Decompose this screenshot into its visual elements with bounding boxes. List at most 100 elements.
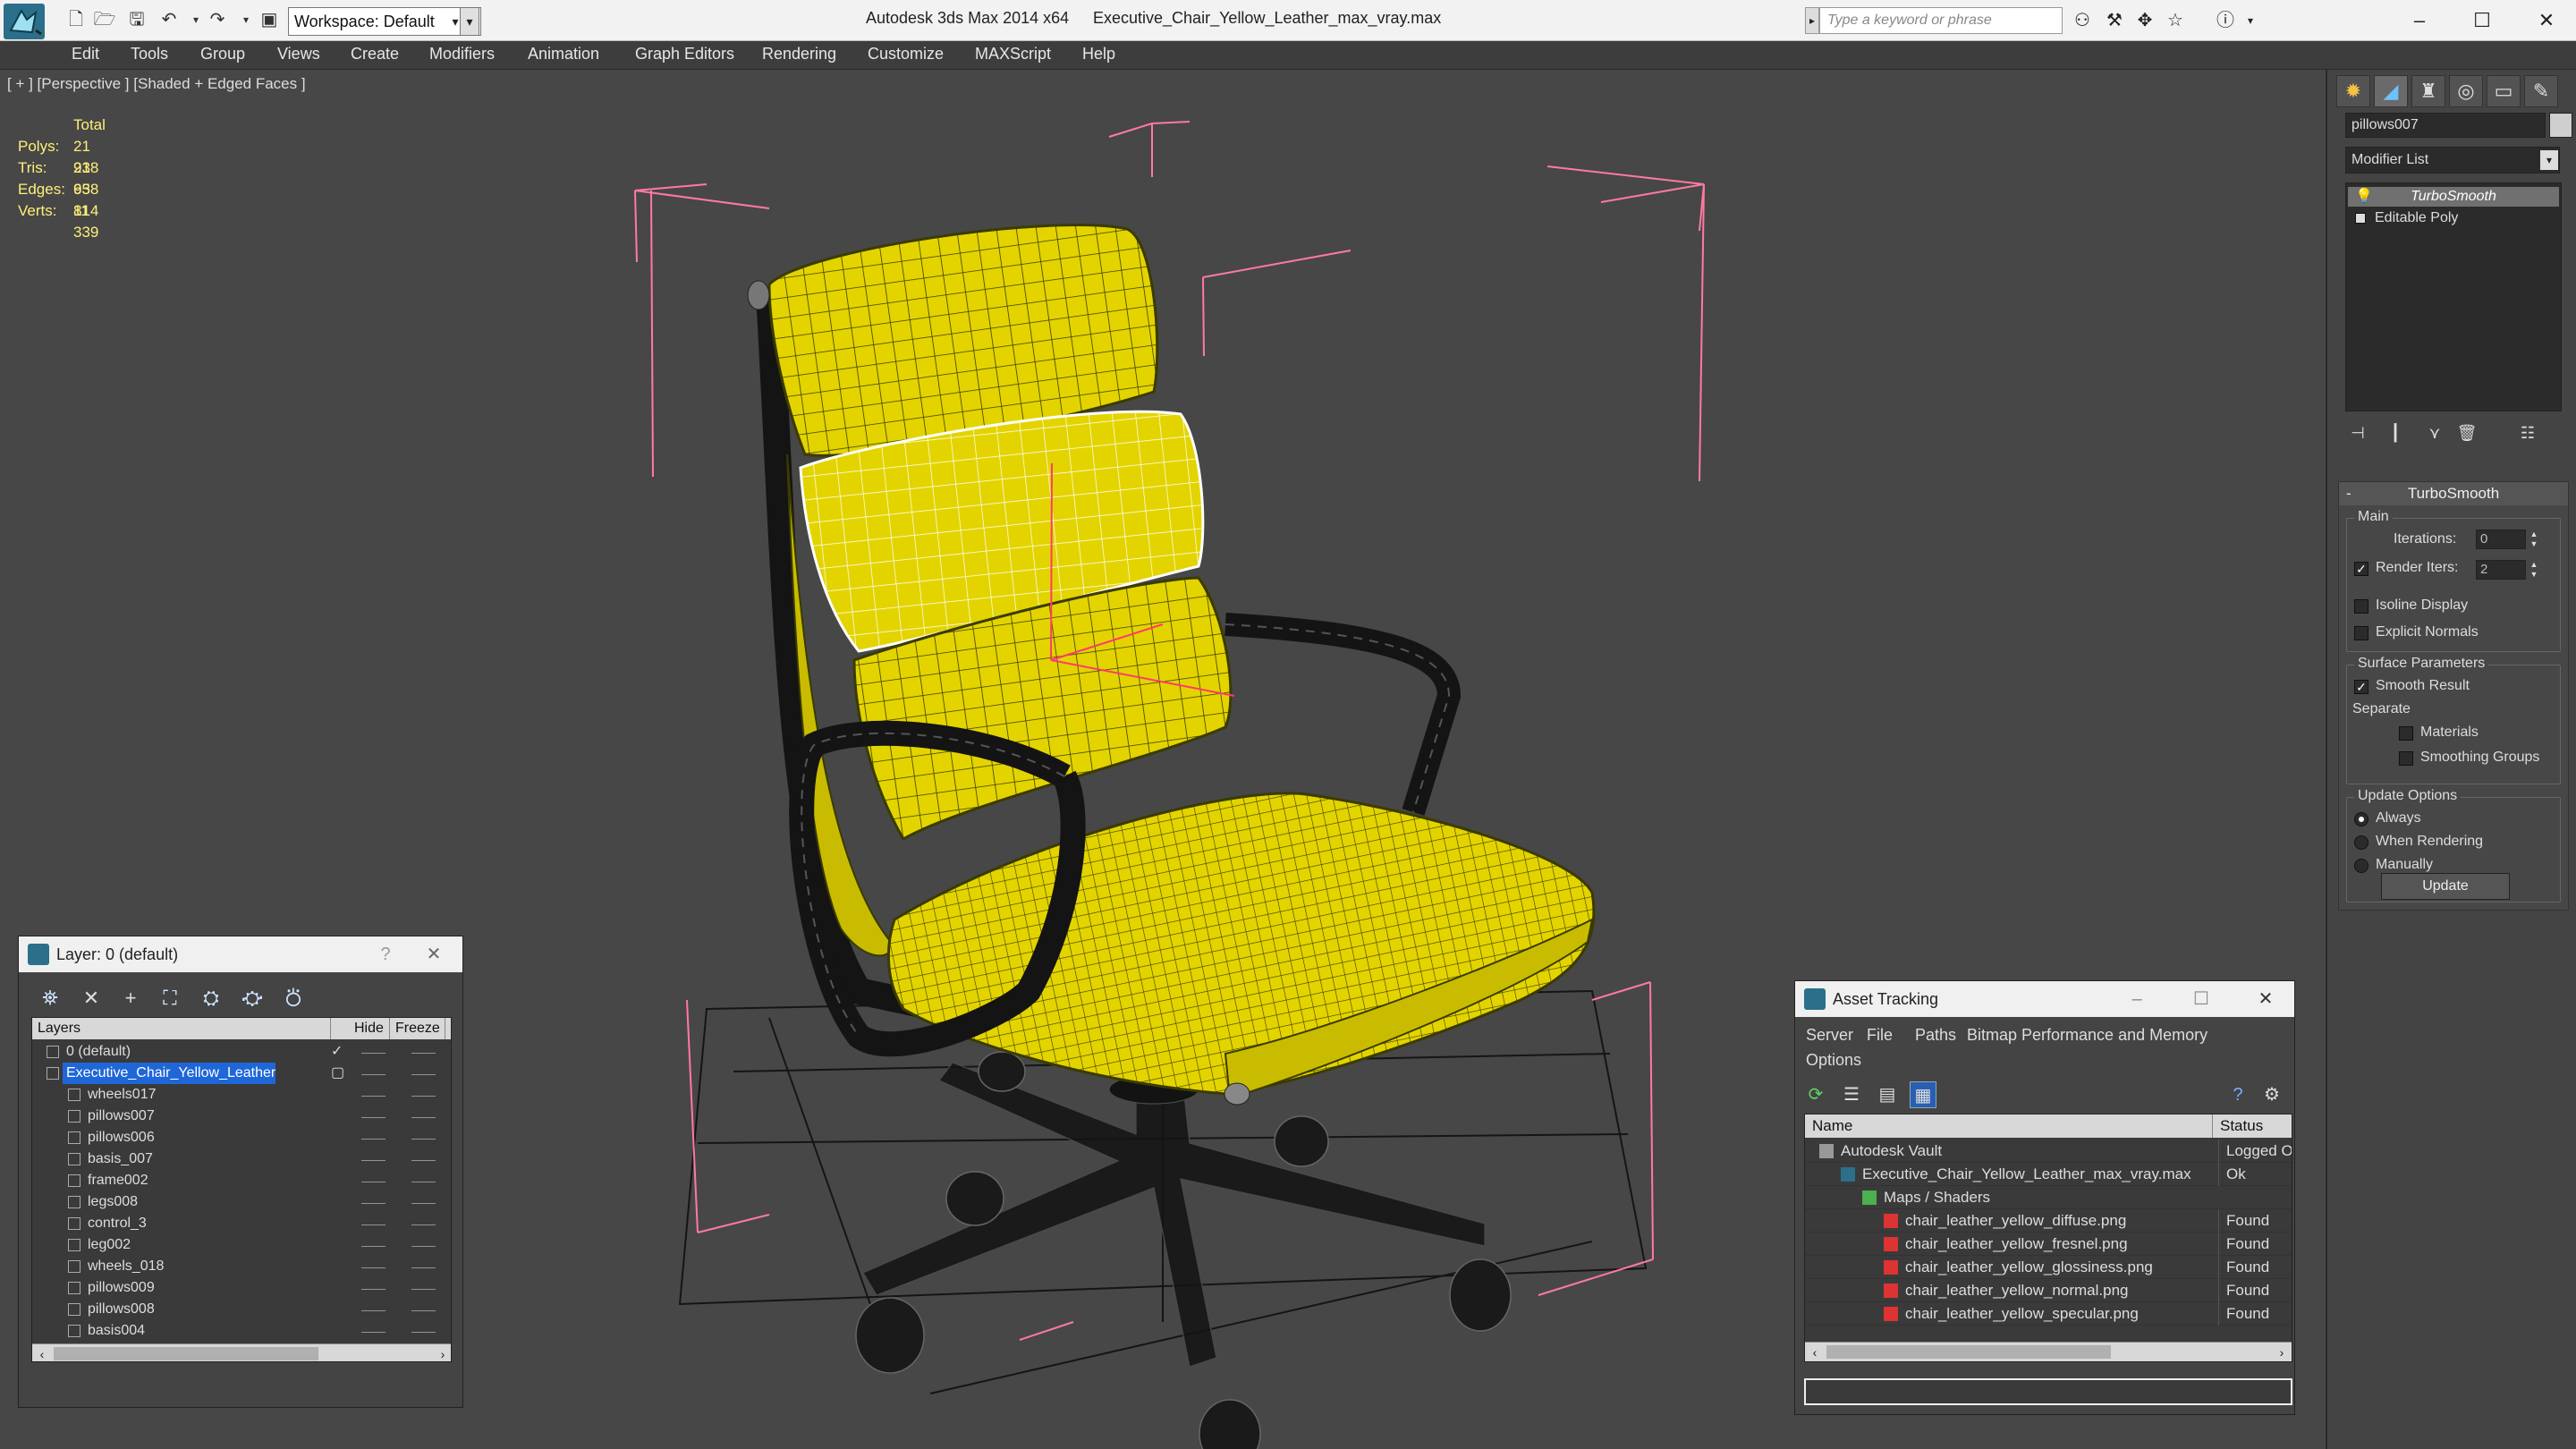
layer-object-row[interactable]: basis_007 —— —— bbox=[32, 1148, 451, 1170]
asset-minimize-icon[interactable]: – bbox=[2119, 985, 2155, 1013]
help-dropdown-icon[interactable]: ▾ bbox=[2238, 9, 2263, 32]
freeze-toggle[interactable]: —— bbox=[411, 1127, 436, 1148]
hide-toggle[interactable]: —— bbox=[361, 1234, 386, 1256]
freeze-all-layers-icon[interactable]: ⛣ bbox=[280, 985, 307, 1012]
hide-toggle[interactable]: —— bbox=[361, 1041, 386, 1063]
iterations-spinner-arrows-icon[interactable]: ▲ ▼ bbox=[2528, 530, 2540, 549]
close-button[interactable]: ✕ bbox=[2524, 5, 2569, 36]
viewport-label[interactable]: [ + ] [Perspective ] [Shaded + Edged Fac… bbox=[7, 75, 306, 93]
layer-close-icon[interactable]: ✕ bbox=[416, 940, 452, 969]
asset-menu-paths[interactable]: Paths bbox=[1915, 1026, 1956, 1045]
freeze-toggle[interactable]: —— bbox=[411, 1041, 436, 1063]
pin-stack-icon[interactable]: ⊣ bbox=[2347, 422, 2368, 444]
table-view-icon[interactable]: ▤ bbox=[1874, 1081, 1901, 1108]
layer-object-row[interactable]: pillows006 —— —— bbox=[32, 1127, 451, 1148]
remove-modifier-icon[interactable]: 🗑 bbox=[2456, 422, 2478, 444]
search-input[interactable]: Type a keyword or phrase bbox=[1819, 7, 2063, 34]
utilities-tab-icon[interactable]: ✎ bbox=[2524, 75, 2558, 107]
render-iters-spinner[interactable]: 2 bbox=[2476, 560, 2526, 580]
freeze-toggle[interactable]: —— bbox=[411, 1084, 436, 1106]
freeze-column-header[interactable]: Freeze bbox=[390, 1018, 445, 1039]
undo-dropdown-icon[interactable]: ▾ bbox=[184, 9, 208, 30]
freeze-toggle[interactable]: —— bbox=[411, 1320, 436, 1342]
menu-help[interactable]: Help bbox=[1082, 45, 1115, 64]
add-to-layer-icon[interactable]: + bbox=[117, 985, 144, 1012]
redo-icon[interactable]: ↷ bbox=[206, 9, 229, 30]
app-logo-icon[interactable] bbox=[4, 4, 45, 39]
layer-panel-title[interactable]: Layer: 0 (default) ? ✕ bbox=[19, 936, 462, 972]
freeze-toggle[interactable]: —— bbox=[411, 1234, 436, 1256]
freeze-toggle[interactable]: —— bbox=[411, 1299, 436, 1320]
layer-object-row[interactable]: frame002 —— —— bbox=[32, 1170, 451, 1191]
hide-column-header[interactable]: Hide bbox=[349, 1018, 390, 1039]
layer-object-row[interactable]: pillows009 —— —— bbox=[32, 1277, 451, 1299]
update-when-rendering-radio[interactable] bbox=[2354, 835, 2368, 850]
render-iters-checkbox[interactable]: ✓ bbox=[2354, 562, 2368, 576]
asset-row[interactable]: chair_leather_yellow_fresnel.png Found bbox=[1805, 1233, 2292, 1256]
scroll-right-icon[interactable]: › bbox=[433, 1344, 451, 1361]
stack-item-turbosmooth[interactable]: 💡 TurboSmooth bbox=[2348, 187, 2559, 207]
scroll-thumb[interactable] bbox=[54, 1347, 318, 1360]
current-layer-marker[interactable]: ▢ bbox=[331, 1063, 344, 1084]
make-unique-icon[interactable]: ⋎ bbox=[2424, 422, 2445, 444]
freeze-toggle[interactable]: —— bbox=[411, 1148, 436, 1170]
hide-toggle[interactable]: —— bbox=[361, 1277, 386, 1299]
maximize-button[interactable]: ☐ bbox=[2460, 5, 2504, 36]
layer-object-row[interactable]: control_3 —— —— bbox=[32, 1213, 451, 1234]
create-layer-icon[interactable]: ⛯ bbox=[37, 985, 64, 1012]
freeze-toggle[interactable]: —— bbox=[411, 1256, 436, 1277]
separate-materials-checkbox[interactable] bbox=[2399, 726, 2413, 741]
open-file-icon[interactable]: 🗁 bbox=[93, 9, 116, 30]
display-tab-icon[interactable]: ▭ bbox=[2487, 75, 2521, 107]
new-file-icon[interactable]: 🗋 bbox=[64, 9, 88, 30]
layer-object-row[interactable]: basis004 —— —— bbox=[32, 1320, 451, 1342]
freeze-toggle[interactable]: —— bbox=[411, 1277, 436, 1299]
grid-view-icon[interactable]: ▦ bbox=[1910, 1081, 1936, 1108]
asset-row[interactable]: Executive_Chair_Yellow_Leather_max_vray.… bbox=[1805, 1163, 2292, 1186]
expand-plus-icon[interactable] bbox=[2355, 213, 2366, 224]
freeze-toggle[interactable]: —— bbox=[411, 1213, 436, 1234]
asset-scroll-right-icon[interactable]: › bbox=[2272, 1343, 2292, 1361]
hide-toggle[interactable]: —— bbox=[361, 1299, 386, 1320]
freeze-toggle[interactable]: —— bbox=[411, 1191, 436, 1213]
menu-group[interactable]: Group bbox=[200, 45, 245, 64]
layer-object-row[interactable]: wheels_018 —— —— bbox=[32, 1256, 451, 1277]
hide-toggle[interactable]: —— bbox=[361, 1106, 386, 1127]
update-manually-radio[interactable] bbox=[2354, 859, 2368, 873]
hide-toggle[interactable]: —— bbox=[361, 1127, 386, 1148]
menu-animation[interactable]: Animation bbox=[528, 45, 599, 64]
menu-tools[interactable]: Tools bbox=[131, 45, 168, 64]
redo-dropdown-icon[interactable]: ▾ bbox=[234, 9, 258, 30]
select-in-layer-icon[interactable]: ⛶ bbox=[157, 985, 183, 1012]
menu-rendering[interactable]: Rendering bbox=[762, 45, 836, 64]
iterations-spinner[interactable]: 0 bbox=[2476, 530, 2526, 549]
layer-object-row[interactable]: pillows007 —— —— bbox=[32, 1106, 451, 1127]
hide-toggle[interactable]: —— bbox=[361, 1084, 386, 1106]
list-view-icon[interactable]: ☰ bbox=[1838, 1081, 1865, 1108]
asset-row[interactable]: Maps / Shaders bbox=[1805, 1186, 2292, 1209]
separate-smoothing-groups-checkbox[interactable] bbox=[2399, 751, 2413, 766]
menu-create[interactable]: Create bbox=[351, 45, 399, 64]
menu-graph-editors[interactable]: Graph Editors bbox=[635, 45, 734, 64]
status-column-header[interactable]: Status bbox=[2213, 1114, 2292, 1138]
hierarchy-tab-icon[interactable]: ♜ bbox=[2411, 75, 2445, 107]
workspace-expand-icon[interactable]: ▾ bbox=[460, 7, 479, 36]
freeze-toggle[interactable]: —— bbox=[411, 1063, 436, 1084]
asset-help-icon[interactable]: ? bbox=[2224, 1081, 2251, 1108]
collapse-icon[interactable]: - bbox=[2346, 482, 2351, 505]
asset-panel-title[interactable]: Asset Tracking – ☐ ✕ bbox=[1795, 981, 2294, 1017]
minimize-button[interactable]: – bbox=[2397, 5, 2442, 36]
modifier-list-arrow-icon[interactable]: ▾ bbox=[2540, 150, 2558, 170]
update-always-radio[interactable] bbox=[2354, 812, 2368, 826]
subscription-icon[interactable]: ⚒ bbox=[2102, 9, 2127, 32]
undo-icon[interactable]: ↶ bbox=[157, 9, 181, 30]
smooth-result-checkbox[interactable]: ✓ bbox=[2354, 680, 2368, 694]
menu-edit[interactable]: Edit bbox=[72, 45, 99, 64]
show-end-result-icon[interactable]: ┃ bbox=[2385, 422, 2406, 444]
modify-tab-icon[interactable]: ◢ bbox=[2374, 75, 2408, 107]
asset-row[interactable]: chair_leather_yellow_glossiness.png Found bbox=[1805, 1256, 2292, 1279]
hide-toggle[interactable]: —— bbox=[361, 1213, 386, 1234]
object-name-field[interactable]: pillows007 bbox=[2345, 113, 2546, 138]
layer-object-row[interactable]: wheels017 —— —— bbox=[32, 1084, 451, 1106]
communication-icon[interactable]: ✥ bbox=[2132, 9, 2157, 32]
